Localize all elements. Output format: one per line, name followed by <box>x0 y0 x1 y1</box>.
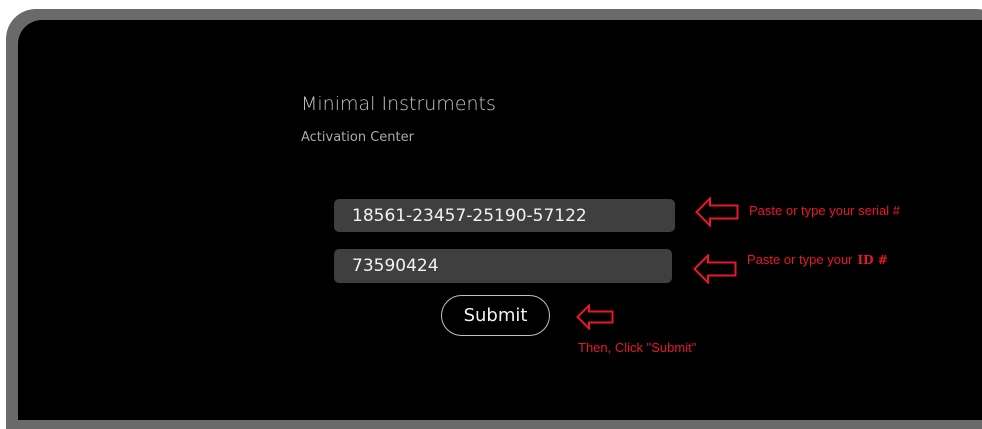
submit-button[interactable]: Submit <box>441 295 550 336</box>
serial-input[interactable] <box>334 199 675 232</box>
submit-instruction: Then, Click "Submit" <box>578 340 697 355</box>
id-instruction-code: ID # <box>857 253 888 267</box>
app-title: Minimal Instruments <box>301 93 496 115</box>
serial-instruction: Paste or type your serial # <box>749 203 901 218</box>
submit-arrow-icon <box>576 304 614 330</box>
id-input[interactable] <box>334 249 672 283</box>
id-instruction-text: Paste or type your <box>747 252 853 267</box>
id-arrow-icon <box>693 254 737 284</box>
id-instruction: Paste or type your ID # <box>747 252 888 268</box>
serial-arrow-icon <box>695 197 739 227</box>
app-subtitle: Activation Center <box>301 130 414 145</box>
